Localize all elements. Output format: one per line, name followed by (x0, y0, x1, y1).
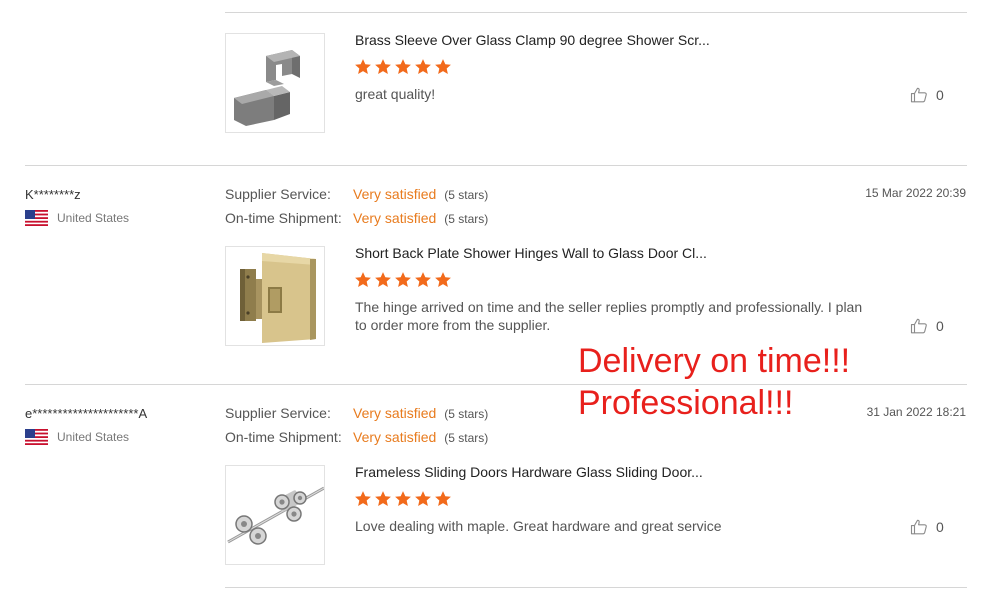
product-title[interactable]: Frameless Sliding Doors Hardware Glass S… (355, 464, 703, 480)
like-count: 0 (936, 519, 944, 535)
product-title[interactable]: Short Back Plate Shower Hinges Wall to G… (355, 245, 707, 261)
star-icon (435, 272, 451, 287)
divider (225, 587, 967, 588)
us-flag-icon (25, 429, 48, 445)
overlay-line: Delivery on time!!! (578, 342, 851, 380)
ontime-shipment-rating: On-time Shipment: Very satisfied (5 star… (225, 210, 488, 226)
star-icon (375, 491, 391, 506)
review-date: 15 Mar 2022 20:39 (865, 186, 966, 200)
shower-hinge-image (226, 247, 324, 345)
rating-label: On-time Shipment: (225, 429, 342, 445)
country-name: United States (57, 211, 130, 225)
sliding-door-hardware-image (226, 466, 324, 564)
review-date: 31 Jan 2022 18:21 (866, 405, 966, 419)
review-text: Love dealing with maple. Great hardware … (355, 518, 722, 534)
star-icon (395, 272, 411, 287)
ontime-shipment-rating: On-time Shipment: Very satisfied (5 star… (225, 429, 488, 445)
rating-value: Very satisfied (353, 210, 437, 226)
star-icon (355, 491, 371, 506)
rating-value: Very satisfied (353, 429, 437, 445)
supplier-service-rating: Supplier Service: Very satisfied (5 star… (225, 405, 488, 421)
reviewer-name: K********z (25, 187, 81, 202)
country-name: United States (57, 430, 130, 444)
rating-value: Very satisfied (353, 405, 437, 421)
product-image[interactable] (225, 465, 325, 565)
review-text: The hinge arrived on time and the seller… (355, 298, 875, 334)
reviews-page: Brass Sleeve Over Glass Clamp 90 degree … (0, 0, 1000, 590)
star-icon (435, 491, 451, 506)
rating-stars-text: (5 stars) (444, 407, 489, 421)
thumbs-up-icon (910, 87, 927, 103)
rating-value: Very satisfied (353, 186, 437, 202)
star-icon (395, 59, 411, 74)
thumbs-up-icon (910, 318, 927, 334)
star-icon (355, 59, 371, 74)
star-rating (354, 271, 452, 289)
rating-stars-text: (5 stars) (444, 431, 489, 445)
reviewer-name: e*********************A (25, 406, 148, 421)
star-icon (415, 272, 431, 287)
supplier-service-rating: Supplier Service: Very satisfied (5 star… (225, 186, 488, 202)
star-icon (355, 272, 371, 287)
star-icon (435, 59, 451, 74)
product-image[interactable] (225, 246, 325, 346)
overlay-annotation: Delivery on time!!! Professional!!! (578, 340, 850, 424)
glass-clamp-image (234, 50, 300, 126)
rating-label: Supplier Service: (225, 186, 331, 202)
rating-stars-text: (5 stars) (444, 212, 489, 226)
divider (225, 12, 967, 13)
rating-label: On-time Shipment: (225, 210, 342, 226)
like-button[interactable]: 0 (910, 317, 944, 335)
divider (25, 165, 967, 166)
product-image[interactable] (225, 33, 325, 133)
star-icon (415, 491, 431, 506)
star-icon (375, 59, 391, 74)
thumbs-up-icon (910, 519, 927, 535)
rating-stars-text: (5 stars) (444, 188, 489, 202)
star-rating (354, 490, 452, 508)
like-count: 0 (936, 318, 944, 334)
product-title[interactable]: Brass Sleeve Over Glass Clamp 90 degree … (355, 32, 710, 48)
review-text: great quality! (355, 86, 436, 102)
overlay-line: Professional!!! (578, 384, 794, 422)
rating-label: Supplier Service: (225, 405, 331, 421)
reviewer-country: United States (25, 210, 129, 226)
like-button[interactable]: 0 (910, 86, 944, 104)
like-count: 0 (936, 87, 944, 103)
review-text-line: The hinge arrived on time and the seller… (355, 299, 863, 315)
us-flag-icon (25, 210, 48, 226)
like-button[interactable]: 0 (910, 518, 944, 536)
star-icon (395, 491, 411, 506)
review-text-line: to order more from the supplier. (355, 317, 551, 333)
reviewer-country: United States (25, 429, 129, 445)
star-icon (375, 272, 391, 287)
star-rating (354, 58, 452, 76)
star-icon (415, 59, 431, 74)
